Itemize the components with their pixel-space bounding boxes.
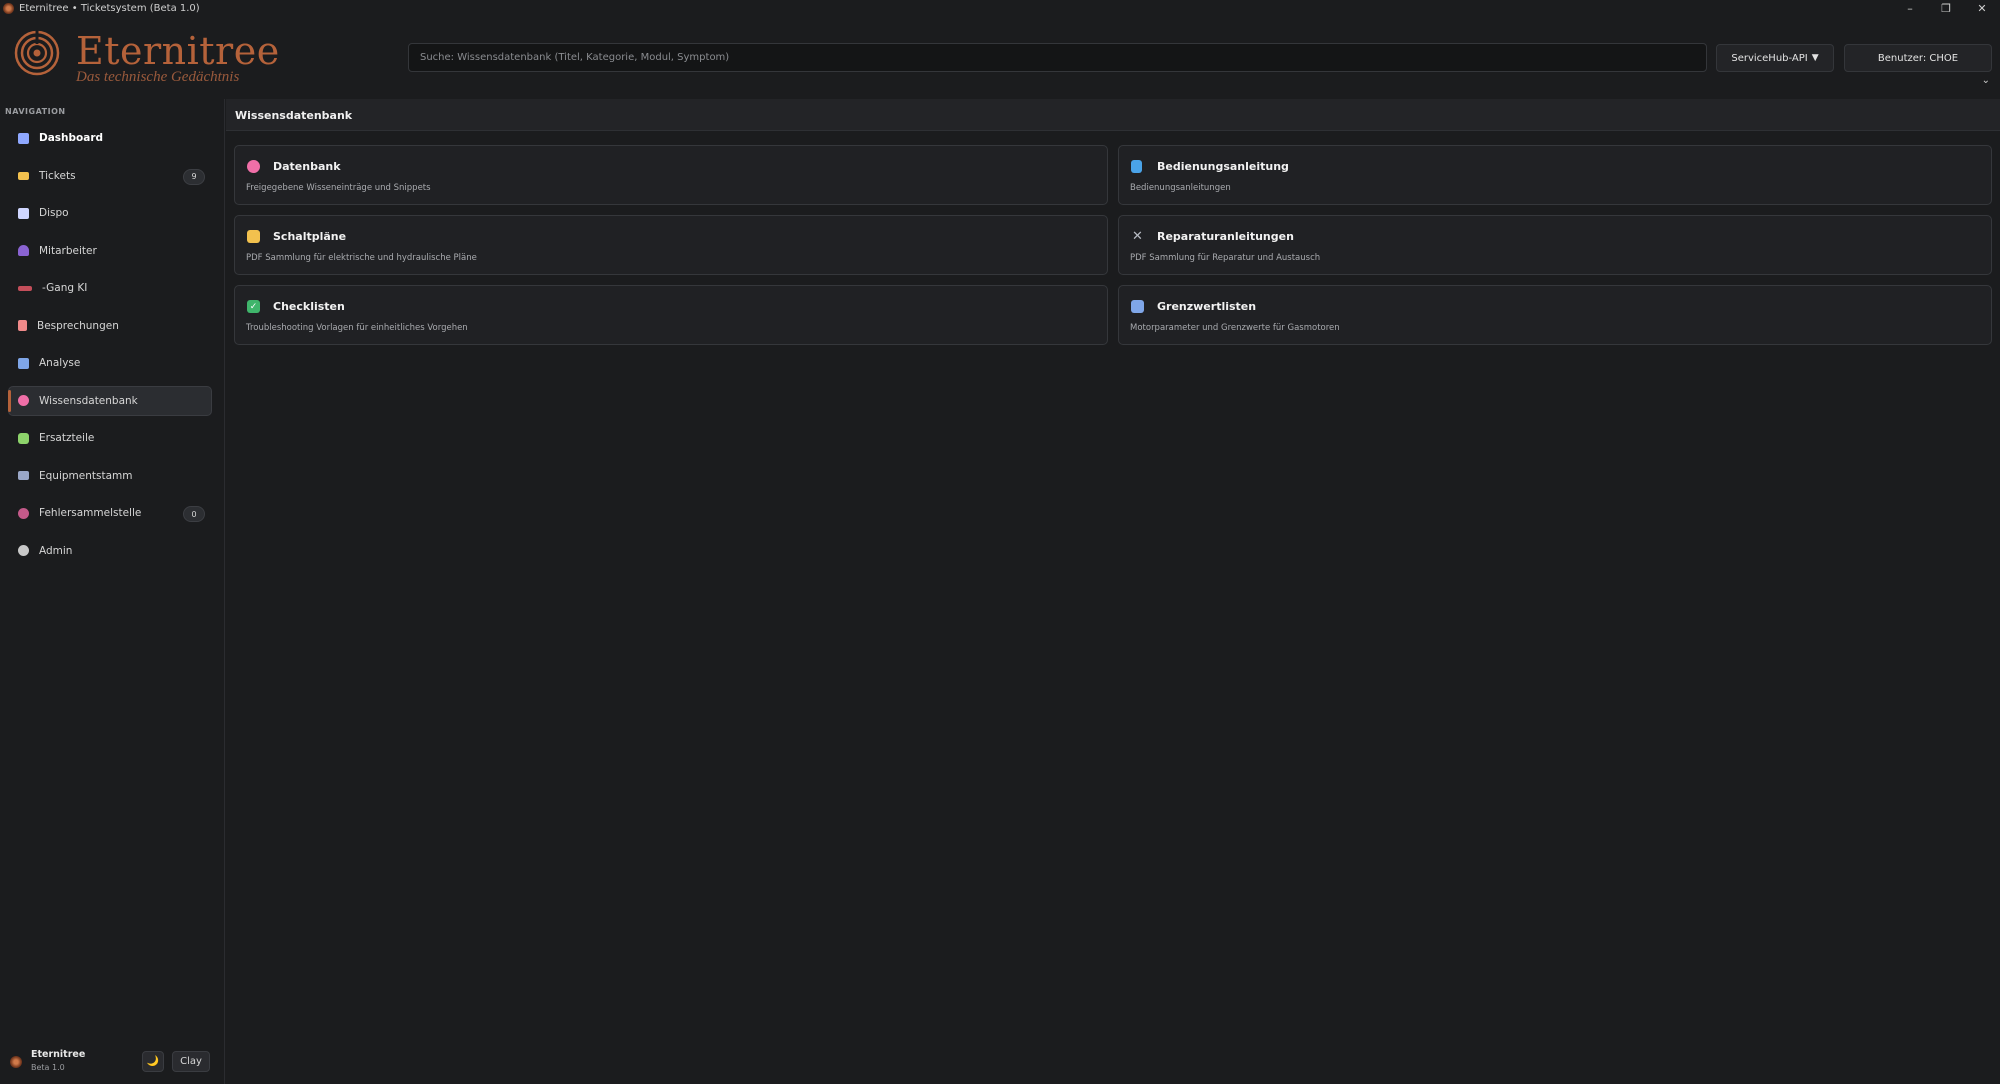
sidebar-item-label: Fehlersammelstelle (39, 507, 142, 519)
card-datenbank[interactable]: Datenbank Freigegebene Wisseneinträge un… (234, 145, 1108, 205)
card-title: Checklisten (273, 300, 345, 313)
tickets-count-badge: 9 (183, 168, 205, 185)
sidebar-item-gang-ki[interactable]: -Gang KI (8, 273, 212, 303)
fehler-count-badge: 0 (183, 506, 205, 522)
sidebar-item-label: Dashboard (39, 132, 104, 144)
sidebar-item-label: Wissensdatenbank (39, 394, 138, 407)
sidebar-item-label: Ersatzteile (39, 432, 95, 444)
puzzle-icon (18, 432, 29, 444)
app-header: Eternitree Das technische Gedächtnis Ser… (0, 17, 2000, 99)
nav-heading: NAVIGATION (5, 107, 66, 116)
card-reparaturanleitungen[interactable]: ✕ Reparaturanleitungen PDF Sammlung für … (1118, 215, 1992, 275)
card-description: Freigegebene Wisseneinträge und Snippets (246, 183, 431, 193)
sidebar-item-label: Admin (39, 544, 73, 557)
dashboard-icon (18, 132, 29, 144)
sidebar-item-equipmentstamm[interactable]: Equipmentstamm (8, 461, 212, 491)
window-controls: – ❐ ✕ (1892, 0, 2000, 17)
sidebar-item-wissensdatenbank[interactable]: Wissensdatenbank (8, 385, 212, 416)
theme-select-button[interactable]: Clay (172, 1051, 210, 1072)
user-button-label: Benutzer: CHOE (1877, 52, 1959, 64)
sidebar-item-mitarbeiter[interactable]: Mitarbeiter (8, 236, 212, 266)
theme-toggle-button[interactable]: 🌙 (142, 1051, 164, 1072)
card-title: Schaltpläne (273, 230, 347, 243)
card-description: Motorparameter und Grenzwerte für Gasmot… (1130, 323, 1340, 333)
app-icon (10, 1056, 22, 1068)
sidebar-item-label: Analyse (39, 357, 81, 369)
main-content: Wissensdatenbank Datenbank Freigegebene … (226, 99, 2000, 1084)
window-titlebar: Eternitree • Ticketsystem (Beta 1.0) – ❐… (0, 0, 2000, 17)
ticket-icon (18, 171, 29, 180)
card-description: PDF Sammlung für Reparatur und Austausch (1130, 253, 1321, 263)
sidebar-item-label: Besprechungen (37, 319, 119, 332)
brain-icon (247, 160, 260, 173)
footer-version: Beta 1.0 (31, 1063, 65, 1072)
card-description: Bedienungsanleitungen (1130, 183, 1231, 193)
page-title: Wissensdatenbank (235, 109, 353, 122)
close-button[interactable]: ✕ (1964, 0, 2000, 17)
sidebar: NAVIGATION Dashboard Tickets 9 Dispo Mit… (0, 99, 225, 1084)
card-schaltplaene[interactable]: Schaltpläne PDF Sammlung für elektrische… (234, 215, 1108, 275)
user-button[interactable]: Benutzer: CHOE (1844, 44, 1992, 72)
card-title: Bedienungsanleitung (1157, 160, 1289, 173)
sidebar-item-label: Equipmentstamm (39, 469, 133, 482)
sidebar-item-fehlersammelstelle[interactable]: Fehlersammelstelle 0 (8, 498, 212, 528)
sidebar-item-ersatzteile[interactable]: Ersatzteile (8, 423, 212, 453)
sidebar-item-label: Tickets (39, 169, 76, 182)
ai-icon (18, 285, 32, 291)
card-description: Troubleshooting Vorlagen für einheitlich… (246, 323, 468, 333)
nav-list: Dashboard Tickets 9 Dispo Mitarbeiter -G… (8, 123, 212, 573)
chevron-down-icon[interactable]: ⌄ (1982, 75, 1990, 86)
chart-icon (1131, 300, 1144, 313)
check-icon: ✓ (247, 300, 260, 313)
card-description: PDF Sammlung für elektrische und hydraul… (246, 253, 477, 263)
window-title: Eternitree • Ticketsystem (Beta 1.0) (19, 3, 200, 14)
gear-icon (18, 545, 29, 556)
sidebar-item-analyse[interactable]: Analyse (8, 348, 212, 378)
book-icon (1131, 160, 1142, 173)
section-header: Wissensdatenbank (226, 99, 2000, 131)
minimize-button[interactable]: – (1892, 0, 1928, 17)
card-title: Reparaturanleitungen (1157, 230, 1294, 243)
person-icon (18, 245, 29, 256)
brand-title: Eternitree (76, 29, 280, 73)
footer-app-name: Eternitree (31, 1049, 86, 1060)
chart-icon (18, 357, 29, 369)
logo-icon (14, 30, 60, 76)
calendar-icon (18, 207, 29, 219)
moon-icon: 🌙 (146, 1056, 160, 1067)
card-checklisten[interactable]: ✓ Checklisten Troubleshooting Vorlagen f… (234, 285, 1108, 345)
app-icon (3, 3, 14, 14)
sidebar-item-dispo[interactable]: Dispo (8, 198, 212, 228)
brand-tagline: Das technische Gedächtnis (76, 69, 240, 85)
folder-icon (247, 230, 260, 243)
card-grenzwertlisten[interactable]: Grenzwertlisten Motorparameter und Grenz… (1118, 285, 1992, 345)
sidebar-item-label: -Gang KI (42, 282, 88, 294)
bug-icon (18, 507, 29, 519)
sidebar-item-label: Mitarbeiter (39, 244, 97, 257)
search-input[interactable] (408, 43, 1707, 72)
sidebar-footer: Eternitree Beta 1.0 🌙 Clay (0, 1042, 225, 1084)
factory-icon (18, 471, 29, 480)
sidebar-item-besprechungen[interactable]: Besprechungen (8, 311, 212, 341)
sidebar-item-dashboard[interactable]: Dashboard (8, 123, 212, 153)
brain-icon (18, 395, 29, 406)
sidebar-item-label: Dispo (39, 207, 69, 219)
card-title: Grenzwertlisten (1157, 300, 1257, 313)
api-button-label: ServiceHub-API (1731, 52, 1808, 64)
card-bedienungsanleitung[interactable]: Bedienungsanleitung Bedienungsanleitunge… (1118, 145, 1992, 205)
card-title: Datenbank (273, 160, 341, 173)
maximize-button[interactable]: ❐ (1928, 0, 1964, 17)
caret-down-icon: ▼ (1811, 53, 1819, 63)
tools-icon: ✕ (1132, 229, 1143, 244)
sidebar-item-tickets[interactable]: Tickets 9 (8, 161, 212, 191)
document-icon (18, 320, 27, 331)
sidebar-item-admin[interactable]: Admin (8, 536, 212, 566)
api-dropdown-button[interactable]: ServiceHub-API ▼ (1716, 44, 1834, 72)
